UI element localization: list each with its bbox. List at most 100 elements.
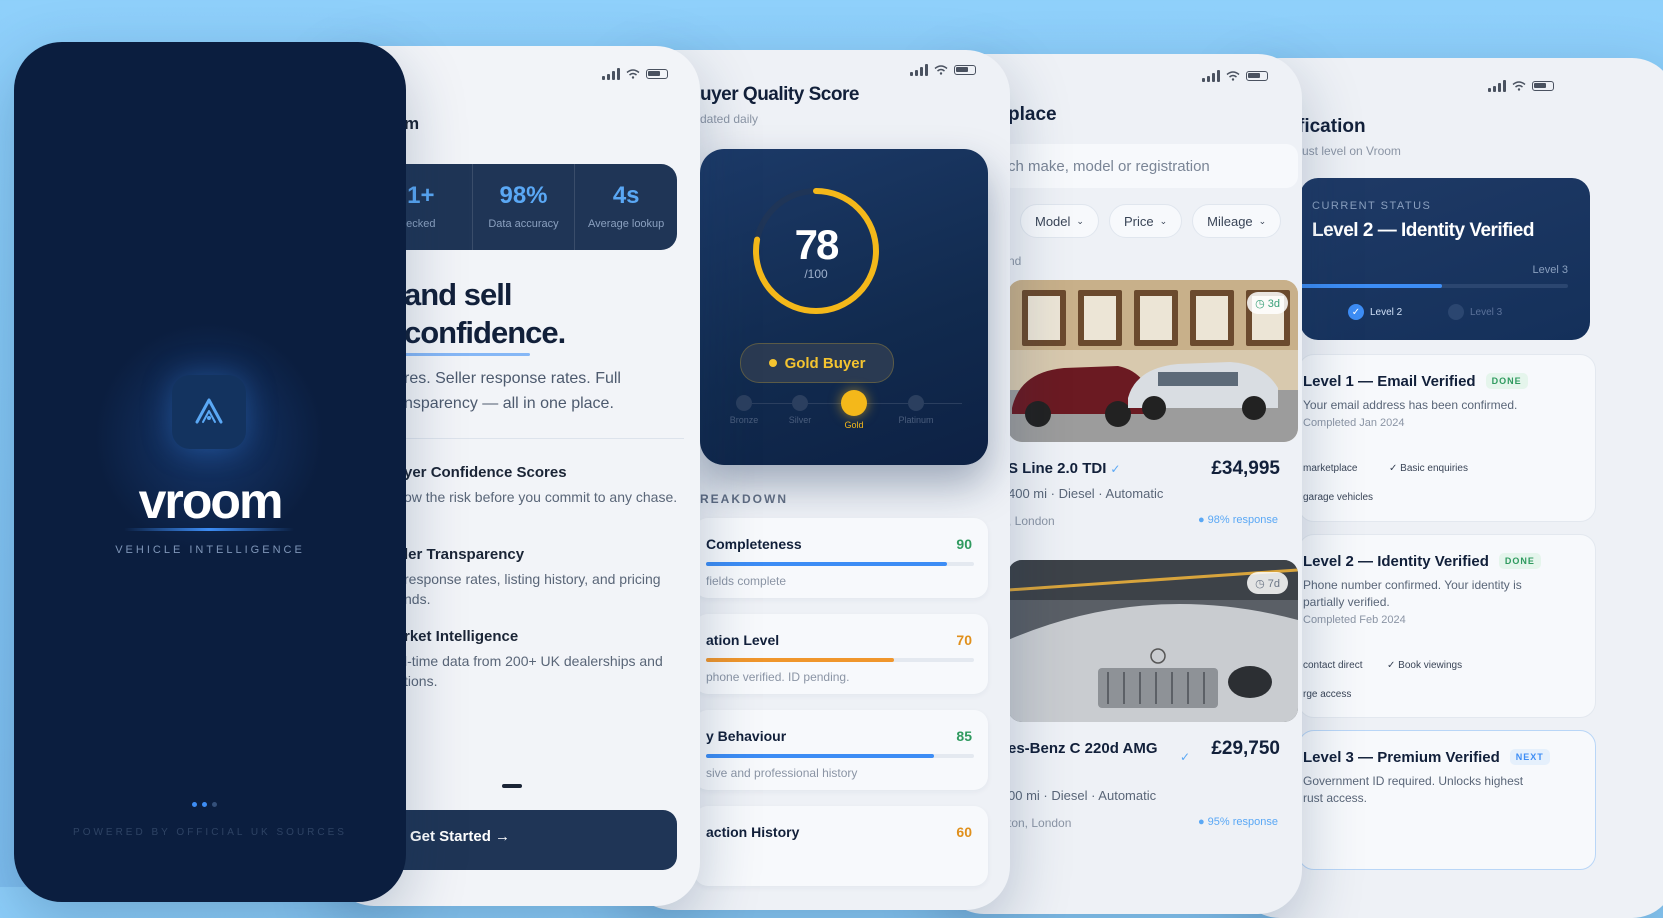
breakdown-desc: phone verified. ID pending.	[706, 670, 850, 684]
listing-age: ◷ 3d	[1247, 292, 1288, 314]
perk: marketplace	[1303, 463, 1358, 474]
breakdown-value: 90	[956, 536, 972, 552]
signal-icon	[1202, 70, 1220, 82]
current-status-card: CURRENT STATUS Level 2 — Identity Verifi…	[1300, 178, 1590, 340]
page-title: fication	[1298, 116, 1366, 137]
listing-meta: 400 mi · Diesel · Automatic	[1008, 486, 1164, 501]
verified-check-icon: ✓	[1110, 462, 1121, 476]
page-indicator	[502, 784, 522, 788]
status-badge: DONE	[1485, 373, 1528, 389]
feature-item: ler Transparency response rates, listing …	[404, 546, 661, 607]
pending-circle-icon	[1448, 304, 1464, 320]
step-level-3: Level 3	[1448, 304, 1502, 320]
battery-icon	[646, 69, 668, 79]
stat-accuracy: 98% Data accuracy	[473, 164, 576, 250]
level-title: Level 2 — Identity Verified DONE	[1303, 553, 1541, 570]
breakdown-value: 70	[956, 632, 972, 648]
page-subtitle: dated daily	[700, 112, 759, 126]
divider	[404, 438, 684, 439]
filter-mileage[interactable]: Mileage ⌄	[1192, 204, 1282, 238]
breakdown-card[interactable]: action History 60	[694, 806, 988, 886]
level-title: Level 3 — Premium Verified NEXT	[1303, 749, 1550, 766]
level-title: Level 1 — Email Verified DONE	[1303, 373, 1528, 390]
perk: ✓ Book viewings	[1387, 660, 1463, 671]
breakdown-name: Completeness	[706, 536, 802, 552]
battery-icon	[1246, 71, 1268, 81]
page-title: m	[404, 114, 420, 133]
page-subtitle: rust level on Vroom	[1298, 144, 1401, 158]
breakdown-bar	[706, 562, 974, 566]
breakdown-name: y Behaviour	[706, 728, 787, 744]
results-count: nd	[1008, 254, 1022, 268]
level-card[interactable]: Level 2 — Identity Verified DONE Phone nu…	[1298, 534, 1596, 718]
app-logo	[172, 375, 246, 449]
tagline: VEHICLE INTELLIGENCE	[115, 544, 305, 556]
level-description: Phone number confirmed. Your identity is…	[1303, 578, 1522, 609]
feature-item: yer Confidence Scores ow the risk before …	[404, 464, 678, 505]
step-level-2: ✓ Level 2	[1348, 304, 1402, 320]
stat-lookup: 4s Average lookup	[588, 182, 665, 230]
filter-price[interactable]: Price ⌄	[1108, 204, 1183, 238]
breakdown-card[interactable]: ation Level 70 phone verified. ID pendin…	[694, 614, 988, 694]
listing-meta: 00 mi · Diesel · Automatic	[1008, 788, 1157, 803]
listing-price: £34,995	[1211, 458, 1280, 479]
listing-response: ● 98% response	[1197, 514, 1278, 526]
listing-photo[interactable]: ◷ 3d	[1008, 280, 1298, 442]
wifi-icon	[626, 69, 640, 79]
wifi-icon	[1226, 71, 1240, 81]
filter-model[interactable]: Model ⌄	[1020, 204, 1099, 238]
listing-title[interactable]: S Line 2.0 TDI ✓	[1008, 460, 1120, 477]
lead-text: res. Seller response rates. Full nsparen…	[404, 370, 621, 412]
score-card: 78 /100 Gold Buyer Bronze Silver Gold Pl…	[700, 149, 988, 465]
signal-icon	[602, 68, 620, 80]
breakdown-bar	[706, 754, 974, 758]
listing-photo[interactable]: ◷ 7d	[1008, 560, 1298, 722]
level-card[interactable]: Level 1 — Email Verified DONE Your email …	[1298, 354, 1596, 522]
current-level: Level 2 — Identity Verified	[1312, 220, 1534, 241]
next-level-label: Level 3	[1532, 264, 1568, 276]
level-completed: Completed Feb 2024	[1303, 614, 1406, 626]
listing-response: ● 95% response	[1197, 816, 1278, 828]
powered-by: POWERED BY OFFICIAL UK SOURCES	[73, 827, 347, 838]
get-started-button[interactable]: Get Started →	[370, 810, 677, 870]
headline: and sell confidence.	[404, 277, 566, 350]
brand-underline	[124, 528, 294, 531]
tier-gold: Gold	[824, 390, 884, 430]
status-bar	[602, 68, 668, 80]
level-card[interactable]: Level 3 — Premium Verified NEXT Governmen…	[1298, 730, 1596, 870]
listing-price: £29,750	[1211, 738, 1280, 759]
level-progress-fill	[1300, 284, 1443, 288]
breakdown-bar	[706, 658, 974, 662]
perk: rge access	[1303, 689, 1352, 700]
status-bar	[1202, 70, 1268, 82]
check-icon: ✓	[1348, 304, 1364, 320]
listing-location: ton, London	[1008, 816, 1072, 830]
dot-icon	[768, 359, 777, 367]
perk: garage vehicles	[1303, 492, 1374, 503]
feature-item: rket Intelligence l-time data from 200+ U…	[404, 628, 663, 689]
listing-age: ◷ 7d	[1247, 572, 1288, 594]
breakdown-card[interactable]: Completeness 90 fields complete	[694, 518, 988, 598]
breakdown-name: ation Level	[706, 632, 780, 648]
page-title: uyer Quality Score	[700, 84, 859, 105]
tier-silver: Silver	[770, 395, 830, 425]
listing-location: , London	[1008, 514, 1055, 528]
chevron-up-logo-icon	[195, 398, 223, 424]
brand-name: vroom	[138, 473, 284, 529]
score-max: /100	[804, 267, 828, 281]
listing-title[interactable]: es-Benz C 220d AMG	[1008, 740, 1157, 757]
status-bar	[1488, 80, 1554, 92]
wifi-icon	[1512, 81, 1526, 91]
battery-icon	[954, 65, 976, 75]
level-completed: Completed Jan 2024	[1303, 417, 1405, 429]
splash-screen: vroom VEHICLE INTELLIGENCE POWERED BY OF…	[14, 42, 406, 902]
breakdown-desc: sive and professional history	[706, 766, 858, 780]
status-badge: DONE	[1498, 553, 1541, 569]
search-input[interactable]: ch make, model or registration	[1000, 144, 1298, 188]
breakdown-card[interactable]: y Behaviour 85 sive and professional his…	[694, 710, 988, 790]
signal-icon	[910, 64, 928, 76]
tier-platinum: Platinum	[886, 395, 946, 425]
chevron-down-icon: ⌄	[1076, 215, 1084, 226]
status-badge: NEXT	[1509, 749, 1550, 765]
page-title: place	[1008, 104, 1057, 125]
